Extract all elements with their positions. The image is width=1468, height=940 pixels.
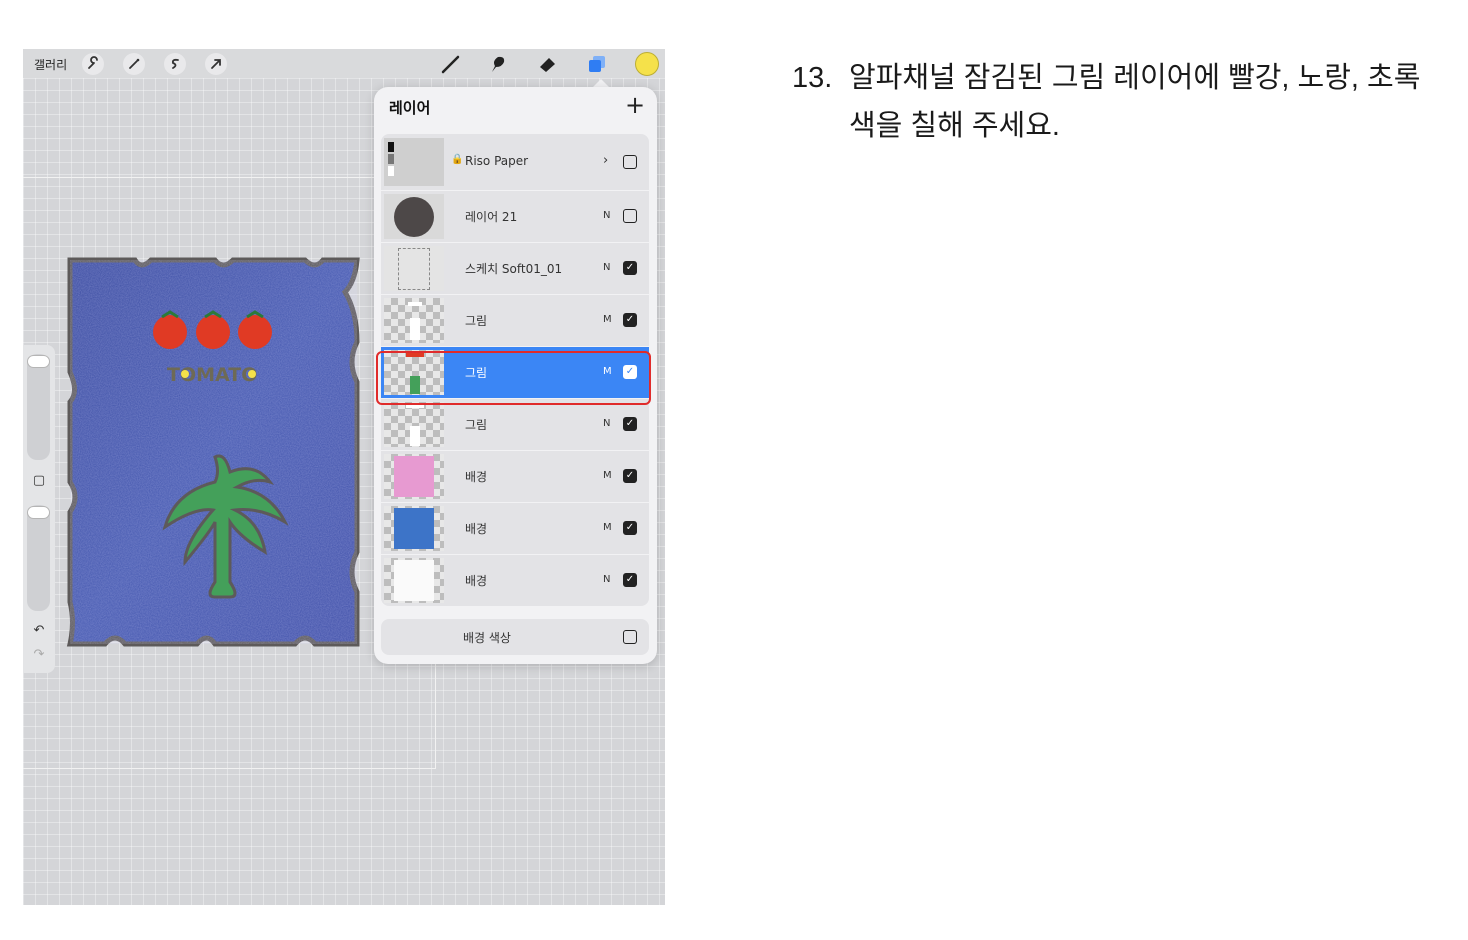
layers-icon[interactable] — [585, 52, 609, 76]
layer-row[interactable]: 배경 N ✓ — [381, 555, 649, 606]
background-color-label: 배경 색상 — [463, 631, 511, 645]
transform-arrow-icon[interactable] — [205, 53, 227, 75]
blend-mode-button[interactable]: N — [603, 418, 610, 429]
layer-name: 배경 — [465, 574, 488, 588]
layer-thumbnail — [384, 298, 444, 343]
layer-visibility-checkbox[interactable]: ✓ — [623, 313, 637, 327]
layer-name: Riso Paper — [465, 154, 529, 168]
layer-row[interactable]: 레이어 21 N — [381, 191, 649, 242]
tomato-text: TOMATO — [167, 364, 257, 386]
blend-mode-button[interactable]: M — [603, 314, 612, 325]
blend-mode-button[interactable]: N — [603, 262, 610, 273]
layer-visibility-checkbox[interactable] — [623, 155, 637, 169]
layer-thumbnail — [384, 402, 444, 447]
step-number: 13. — [792, 62, 833, 94]
layer-visibility-checkbox[interactable]: ✓ — [623, 261, 637, 275]
layer-thumbnail — [384, 558, 444, 603]
blend-mode-button[interactable]: N — [603, 210, 610, 221]
side-slider-bar: ▢ ↶ ↷ — [23, 345, 55, 673]
layer-thumbnail — [384, 454, 444, 499]
brush-size-slider[interactable] — [27, 354, 50, 460]
layer-row[interactable]: 그림 M ✓ — [381, 295, 649, 346]
tomato-group — [153, 310, 272, 349]
blend-mode-button[interactable]: N — [603, 574, 610, 585]
layer-row[interactable]: 그림 N ✓ — [381, 399, 649, 450]
modify-button[interactable]: ▢ — [32, 473, 46, 488]
wrench-icon[interactable] — [82, 53, 104, 75]
add-layer-button[interactable]: + — [623, 91, 647, 119]
selected-layer-highlight — [376, 351, 651, 405]
layer-visibility-checkbox[interactable] — [623, 209, 637, 223]
layer-visibility-checkbox[interactable]: ✓ — [623, 469, 637, 483]
layer-visibility-checkbox[interactable]: ✓ — [623, 417, 637, 431]
opacity-knob[interactable] — [27, 506, 50, 519]
layer-name: 스케치 Soft01_01 — [465, 262, 563, 276]
top-toolbar: 갤러리 — [23, 49, 665, 78]
blend-mode-button[interactable]: M — [603, 522, 612, 533]
layer-name: 그림 — [465, 418, 488, 432]
layer-name: 배경 — [465, 522, 488, 536]
layer-thumbnail — [384, 246, 444, 291]
expand-chevron-icon[interactable]: › — [603, 153, 608, 168]
layer-row[interactable]: 배경 M ✓ — [381, 503, 649, 554]
blend-mode-button[interactable]: M — [603, 470, 612, 481]
layer-visibility-checkbox[interactable]: ✓ — [623, 573, 637, 587]
brush-size-knob[interactable] — [27, 355, 50, 368]
layers-panel-title: 레이어 — [389, 99, 431, 117]
layer-thumbnail — [384, 506, 444, 551]
background-color-checkbox[interactable] — [623, 630, 637, 644]
redo-icon[interactable]: ↷ — [32, 647, 46, 662]
layer-row[interactable]: 스케치 Soft01_01 N ✓ — [381, 243, 649, 294]
layer-thumbnail — [384, 138, 444, 186]
procreate-screen: 갤러리 ▢ ↶ ↷ TOMATO 레이어 + 🔒 Riso Paper › 레이… — [23, 49, 665, 905]
layer-row[interactable]: 배경 M ✓ — [381, 451, 649, 502]
layer-name: 레이어 21 — [465, 210, 518, 224]
layer-row[interactable]: 🔒 Riso Paper › — [381, 134, 649, 190]
undo-icon[interactable]: ↶ — [32, 623, 46, 638]
gallery-button[interactable]: 갤러리 — [34, 56, 67, 73]
magic-wand-icon[interactable] — [123, 53, 145, 75]
layer-thumbnail — [384, 194, 444, 239]
layer-name: 배경 — [465, 470, 488, 484]
stamp-artwork: TOMATO — [66, 257, 360, 647]
color-picker-button[interactable] — [635, 52, 659, 76]
layer-visibility-checkbox[interactable]: ✓ — [623, 521, 637, 535]
lock-icon: 🔒 — [451, 154, 464, 165]
selection-icon[interactable] — [164, 53, 186, 75]
eraser-icon[interactable] — [536, 52, 560, 76]
brush-icon[interactable] — [439, 52, 463, 76]
smudge-icon[interactable] — [486, 52, 510, 76]
step-text: 알파채널 잠김된 그림 레이어에 빨강, 노랑, 초록색을 칠해 주세요. — [849, 62, 1421, 142]
layer-name: 그림 — [465, 314, 488, 328]
background-color-row[interactable]: 배경 색상 — [381, 619, 649, 655]
opacity-slider[interactable] — [27, 505, 50, 611]
